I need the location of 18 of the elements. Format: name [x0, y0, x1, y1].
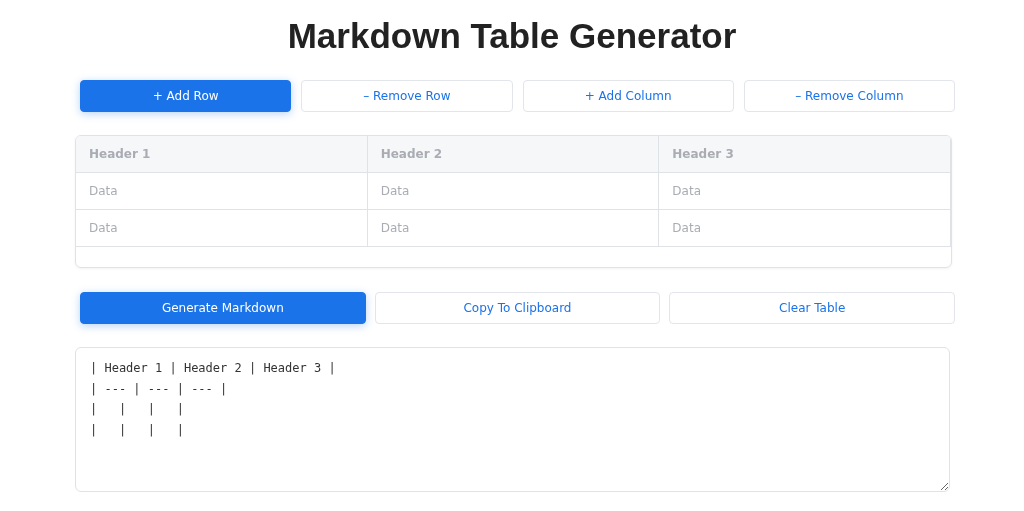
table-edit-button[interactable]: + Add Row	[80, 80, 292, 112]
data-input-field[interactable]: Data	[659, 210, 951, 246]
data-input-field[interactable]: Data	[659, 173, 951, 209]
header-input-field[interactable]: Header 1	[76, 136, 368, 172]
action-button[interactable]: Generate Markdown	[80, 292, 366, 324]
data-input-field[interactable]: Data	[76, 173, 368, 209]
page-title: Markdown Table Generator	[286, 15, 738, 57]
data-input-field[interactable]: Data	[367, 173, 660, 209]
header-input-field[interactable]: Header 3	[659, 136, 951, 172]
action-button[interactable]: Clear Table	[669, 292, 955, 324]
data-input-field[interactable]: Data	[76, 210, 368, 246]
table-edit-button[interactable]: – Remove Column	[743, 80, 955, 112]
header-input-field[interactable]: Header 2	[367, 136, 660, 172]
table-edit-button[interactable]: + Add Column	[522, 80, 734, 112]
table-edit-button[interactable]: – Remove Row	[301, 80, 513, 112]
data-input-field[interactable]: Data	[367, 210, 660, 246]
markdown-output-field[interactable]: | Header 1 | Header 2 | Header 3 | | --- | --- | --- | | | | | | | | |	[75, 347, 950, 492]
action-button[interactable]: Copy To Clipboard	[374, 292, 661, 324]
